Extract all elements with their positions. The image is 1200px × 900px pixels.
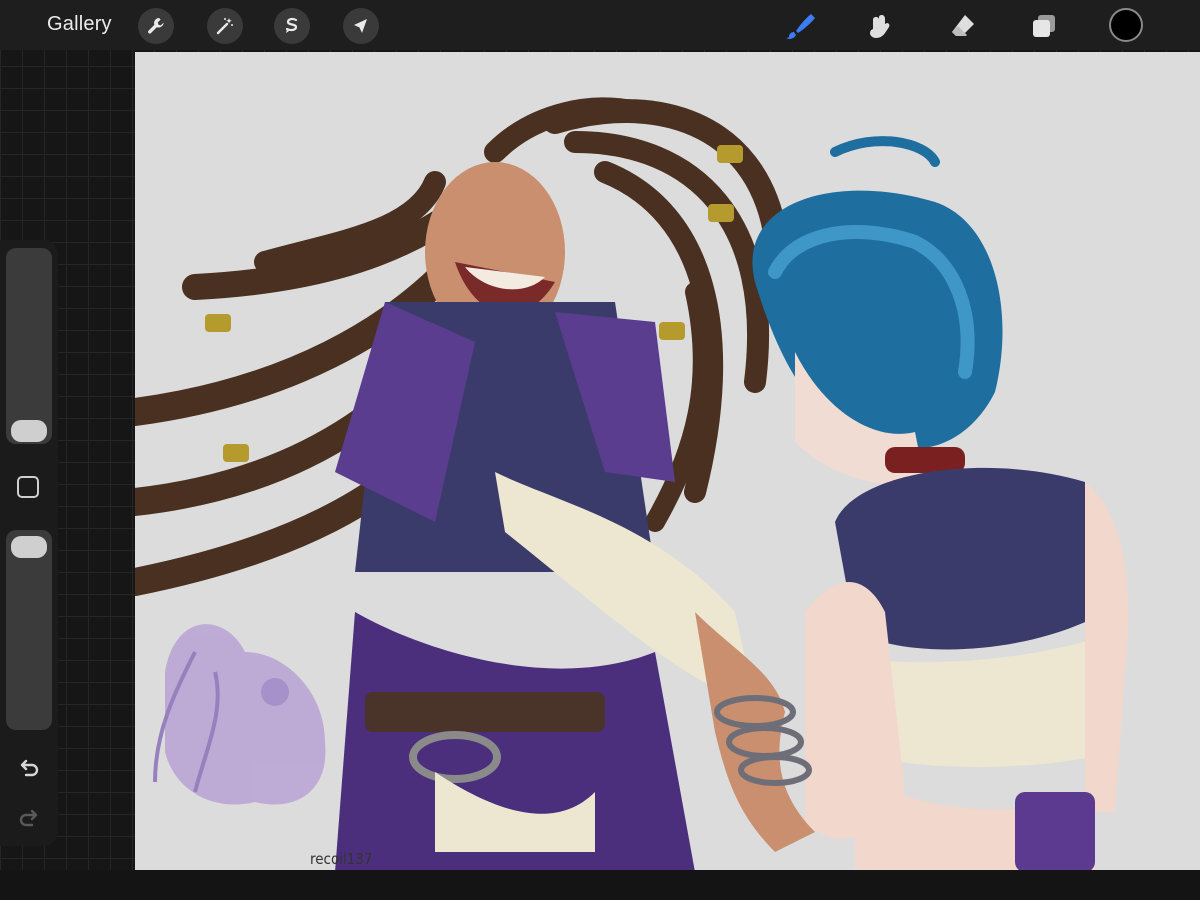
drawing-canvas[interactable]: recoil137 <box>135 52 1200 870</box>
brush-icon[interactable] <box>780 7 818 45</box>
left-sidebar <box>0 240 58 846</box>
artwork <box>135 97 1129 870</box>
undo-icon[interactable] <box>14 754 44 784</box>
transform-arrow-icon[interactable] <box>343 8 379 44</box>
right-character <box>752 136 1129 870</box>
opacity-handle[interactable] <box>11 536 47 558</box>
brush-size-handle[interactable] <box>11 420 47 442</box>
color-picker-button[interactable] <box>1109 8 1143 42</box>
eraser-icon[interactable] <box>944 7 982 45</box>
thumbnail-sketch <box>153 624 326 805</box>
top-toolbar: Gallery <box>0 0 1200 50</box>
wrench-icon[interactable] <box>138 8 174 44</box>
opacity-slider[interactable] <box>6 530 52 730</box>
smudge-icon[interactable] <box>860 7 898 45</box>
bottom-bar <box>0 870 1200 900</box>
redo-icon[interactable] <box>14 804 44 834</box>
square-modify-icon[interactable] <box>17 476 39 498</box>
artist-signature: recoil137 <box>310 850 373 868</box>
layers-icon[interactable] <box>1025 7 1063 45</box>
selection-icon[interactable] <box>274 8 310 44</box>
magic-wand-icon[interactable] <box>207 8 243 44</box>
gallery-button[interactable]: Gallery <box>47 13 112 36</box>
brush-size-slider[interactable] <box>6 248 52 444</box>
